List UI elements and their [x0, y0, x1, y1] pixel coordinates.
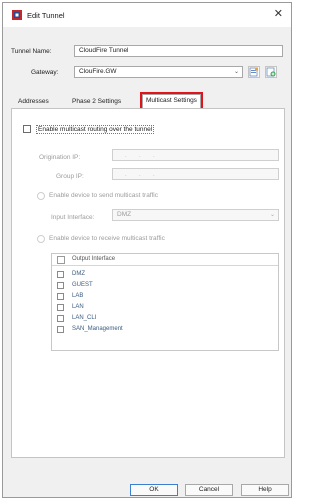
ip-dot: .	[125, 172, 127, 178]
gateway-label: Gateway:	[31, 69, 59, 76]
tunnel-name-label: Tunnel Name:	[11, 48, 52, 55]
input-interface-value: DMZ	[117, 211, 132, 218]
list-item[interactable]: SAN_Management	[52, 326, 278, 334]
output-interface-header: Output Interface	[72, 256, 116, 262]
tunnel-app-icon	[12, 10, 22, 20]
interface-name: SAN_Management	[72, 326, 123, 332]
new-gateway-icon	[266, 67, 276, 77]
chevron-down-icon: ⌄	[233, 69, 240, 75]
tab-addresses[interactable]: Addresses	[15, 96, 52, 108]
ip-dot: .	[153, 172, 155, 178]
receive-multicast-radio[interactable]	[37, 235, 45, 243]
origination-ip-field[interactable]: . . .	[112, 149, 279, 161]
tab-multicast-settings[interactable]: Multicast Settings	[140, 92, 203, 110]
row-checkbox[interactable]	[57, 293, 64, 300]
chevron-down-icon: ⌄	[269, 212, 276, 218]
group-ip-field[interactable]: . . .	[112, 168, 279, 180]
grid-header: Output Interface	[52, 254, 278, 266]
new-gateway-button[interactable]	[265, 66, 277, 78]
group-ip-label: Group IP:	[56, 173, 84, 180]
edit-tunnel-dialog: Edit Tunnel ✕ Tunnel Name: CloudFire Tun…	[2, 2, 292, 498]
ip-dot: .	[139, 172, 141, 178]
tunnel-name-field[interactable]: CloudFire Tunnel	[74, 45, 283, 57]
select-all-checkbox[interactable]	[57, 256, 65, 264]
enable-multicast-label: Enable multicast routing over the tunnel	[36, 125, 155, 134]
interface-name: GUEST	[72, 282, 93, 288]
title-bar: Edit Tunnel ✕	[3, 3, 291, 27]
interface-name: DMZ	[72, 271, 85, 277]
help-button[interactable]: Help	[241, 484, 289, 496]
close-icon[interactable]: ✕	[274, 8, 283, 20]
gateway-value: ClouFire.GW	[79, 68, 117, 75]
interface-name: LAB	[72, 293, 84, 299]
ip-dot: .	[125, 153, 127, 159]
list-item[interactable]: GUEST	[52, 282, 278, 290]
cancel-button[interactable]: Cancel	[185, 484, 233, 496]
row-checkbox[interactable]	[57, 282, 64, 289]
send-multicast-radio[interactable]	[37, 192, 45, 200]
input-interface-label: Input Interface:	[51, 214, 95, 221]
gateway-select[interactable]: ClouFire.GW ⌄	[74, 66, 243, 78]
ip-dot: .	[153, 153, 155, 159]
input-interface-select[interactable]: DMZ ⌄	[112, 209, 279, 221]
send-multicast-label: Enable device to send multicast traffic	[49, 192, 158, 199]
origination-ip-label: Origination IP:	[39, 154, 81, 161]
interface-name: LAN	[72, 304, 84, 310]
tab-phase2-settings[interactable]: Phase 2 Settings	[69, 96, 124, 108]
output-interface-grid: Output Interface DMZ GUEST LAB LAN LAN_C…	[51, 253, 279, 351]
row-checkbox[interactable]	[57, 315, 64, 322]
list-item[interactable]: LAN	[52, 304, 278, 312]
dialog-title: Edit Tunnel	[27, 11, 65, 20]
ip-dot: .	[139, 153, 141, 159]
interface-name: LAN_CLI	[72, 315, 97, 321]
row-checkbox[interactable]	[57, 326, 64, 333]
receive-multicast-label: Enable device to receive multicast traff…	[49, 235, 165, 242]
list-item[interactable]: DMZ	[52, 271, 278, 279]
edit-gateway-icon	[249, 67, 258, 77]
list-item[interactable]: LAN_CLI	[52, 315, 278, 323]
row-checkbox[interactable]	[57, 271, 64, 278]
enable-multicast-checkbox[interactable]	[23, 125, 31, 133]
list-item[interactable]: LAB	[52, 293, 278, 301]
edit-gateway-button[interactable]	[248, 66, 260, 78]
ok-button[interactable]: OK	[130, 484, 178, 496]
row-checkbox[interactable]	[57, 304, 64, 311]
